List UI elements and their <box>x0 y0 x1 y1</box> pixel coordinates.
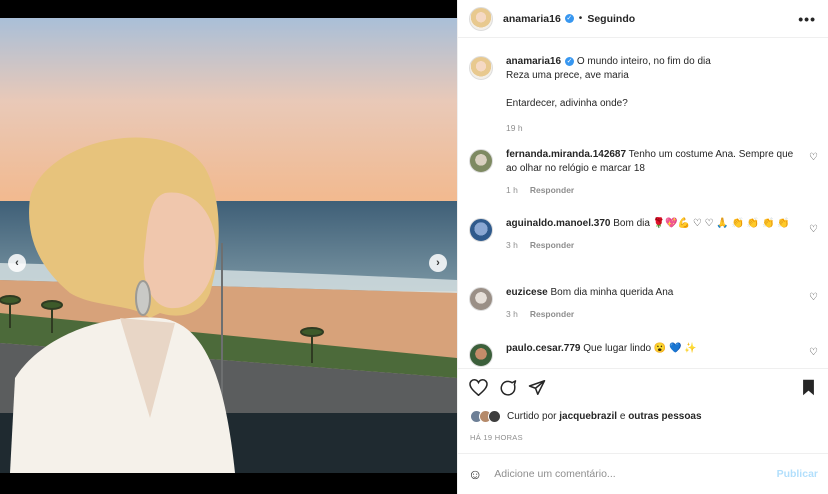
add-comment-bar: ☺ Publicar <box>458 453 828 494</box>
verified-icon: ✓ <box>565 56 575 66</box>
commenter-username[interactable]: fernanda.miranda.142687 <box>506 149 626 160</box>
author-avatar[interactable] <box>469 6 493 31</box>
comment-text: Bom dia 🌹💖💪 ♡ ♡ 🙏 👏 👏 👏 👏 <box>613 218 790 229</box>
emoji-icon[interactable]: ☺ <box>468 466 482 482</box>
comment-time: 3 h <box>506 240 518 250</box>
comment-time: 3 h <box>506 309 518 319</box>
post-side-panel: anamaria16 ✓ • Seguindo ••• anamaria16 ✓ … <box>457 0 828 494</box>
comment-icon[interactable] <box>499 379 517 397</box>
liked-by-user[interactable]: jacquebrazil <box>559 411 617 422</box>
comment-input[interactable] <box>494 468 777 480</box>
like-comment-heart-icon[interactable]: ♡ <box>809 224 818 235</box>
share-icon[interactable] <box>528 379 546 396</box>
likes-summary: Curtido por jacquebrazil e outras pessoa… <box>470 410 702 423</box>
commenter-avatar[interactable] <box>469 287 493 311</box>
comment-item: aguinaldo.manoel.370 Bom dia 🌹💖💪 ♡ ♡ 🙏 👏… <box>469 217 818 252</box>
previous-image-button[interactable]: ‹ <box>8 254 26 272</box>
caption-time: 19 h <box>506 123 523 133</box>
liked-by-others[interactable]: outras pessoas <box>628 411 701 422</box>
publish-button[interactable]: Publicar <box>777 468 818 480</box>
like-comment-heart-icon[interactable]: ♡ <box>809 347 818 358</box>
like-comment-heart-icon[interactable]: ♡ <box>809 152 818 163</box>
comment-item: fernanda.miranda.142687 Tenho um costume… <box>469 148 818 197</box>
reply-button[interactable]: Responder <box>530 238 574 252</box>
liked-by-prefix: Curtido por <box>507 411 557 422</box>
commenter-username[interactable]: aguinaldo.manoel.370 <box>506 218 610 229</box>
like-comment-heart-icon[interactable]: ♡ <box>809 292 818 303</box>
post-timestamp[interactable]: HÁ 19 HORAS <box>470 433 523 442</box>
author-username[interactable]: anamaria16 <box>503 13 561 25</box>
following-button[interactable]: Seguindo <box>587 13 635 25</box>
post-header: anamaria16 ✓ • Seguindo ••• <box>458 0 828 38</box>
caption-line-1: O mundo inteiro, no fim do dia <box>576 56 711 67</box>
post-actions-bar <box>458 368 828 408</box>
caption-line-3: Entardecer, adivinha onde? <box>506 98 628 109</box>
more-options-icon[interactable]: ••• <box>798 11 816 27</box>
commenter-username[interactable]: paulo.cesar.779 <box>506 343 581 354</box>
comment-text: Que lugar lindo 😮 💙 ✨ <box>583 343 697 354</box>
liked-by-middle: e <box>619 411 626 422</box>
commenter-avatar[interactable] <box>469 343 493 367</box>
comment-item: euzicese Bom dia minha querida Ana 3 h R… <box>469 286 818 321</box>
reply-button[interactable]: Responder <box>530 183 574 197</box>
commenter-username[interactable]: euzicese <box>506 287 548 298</box>
comment-time: 1 h <box>506 185 518 195</box>
caption-avatar[interactable] <box>469 56 493 80</box>
verified-icon: ✓ <box>564 14 574 23</box>
next-image-button[interactable]: › <box>429 254 447 272</box>
comment-text: Bom dia minha querida Ana <box>550 287 674 298</box>
commenter-avatar[interactable] <box>469 149 493 173</box>
bookmark-icon[interactable] <box>801 379 816 396</box>
caption: anamaria16 ✓ O mundo inteiro, no fim do d… <box>469 55 818 135</box>
separator-dot: • <box>578 13 583 24</box>
reply-button[interactable]: Responder <box>530 307 574 321</box>
post-photo: ‹ › <box>0 18 457 473</box>
sunset-beach-photo <box>0 18 457 473</box>
comment-item: paulo.cesar.779 Que lugar lindo 😮 💙 ✨ ♡ <box>469 342 818 367</box>
liker-avatar <box>488 410 501 423</box>
heart-icon[interactable] <box>469 379 488 396</box>
commenter-avatar[interactable] <box>469 218 493 242</box>
caption-username[interactable]: anamaria16 <box>506 56 561 67</box>
caption-line-2: Reza uma prece, ave maria <box>506 70 629 81</box>
